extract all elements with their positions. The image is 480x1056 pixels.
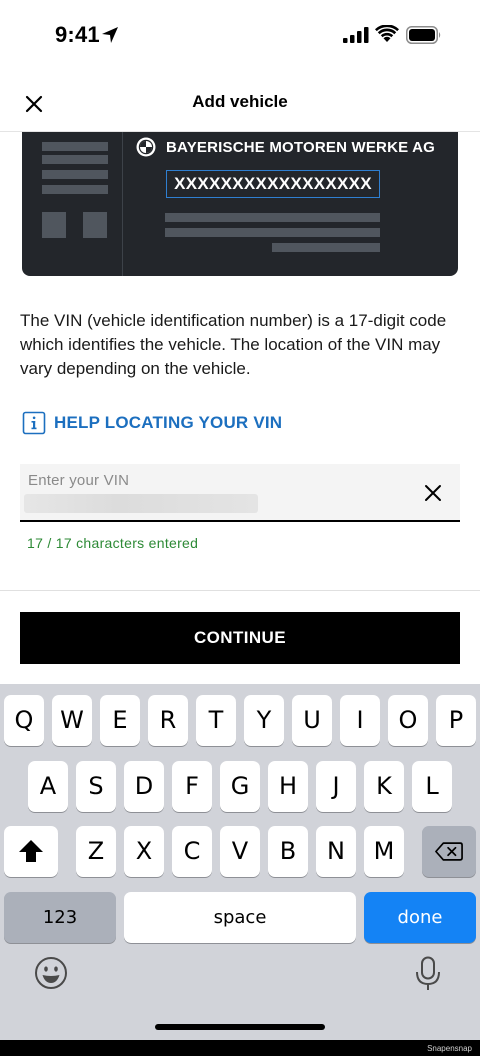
shift-key[interactable] — [4, 826, 58, 877]
microphone-icon[interactable] — [414, 956, 442, 992]
card-placeholder-line — [42, 155, 108, 164]
bmw-logo-icon — [136, 137, 156, 157]
key-v[interactable]: V — [220, 826, 260, 877]
key-g[interactable]: G — [220, 761, 260, 812]
key-e[interactable]: E — [100, 695, 140, 746]
key-s[interactable]: S — [76, 761, 116, 812]
key-n[interactable]: N — [316, 826, 356, 877]
card-placeholder-line — [42, 170, 108, 179]
vin-input-value[interactable] — [24, 494, 258, 513]
vin-input-field[interactable]: Enter your VIN — [20, 464, 460, 522]
key-t[interactable]: T — [196, 695, 236, 746]
home-indicator — [155, 1024, 325, 1030]
cellular-signal-icon — [343, 27, 369, 43]
key-y[interactable]: Y — [244, 695, 284, 746]
shift-icon — [19, 840, 43, 862]
key-d[interactable]: D — [124, 761, 164, 812]
vin-description: The VIN (vehicle identification number) … — [20, 311, 447, 378]
key-u[interactable]: U — [292, 695, 332, 746]
card-divider — [122, 132, 123, 276]
key-x[interactable]: X — [124, 826, 164, 877]
divider — [0, 590, 480, 591]
key-o[interactable]: O — [388, 695, 428, 746]
key-c[interactable]: C — [172, 826, 212, 877]
key-m[interactable]: M — [364, 826, 404, 877]
card-vin-example: XXXXXXXXXXXXXXXXX — [166, 170, 380, 198]
card-placeholder-line — [165, 213, 380, 222]
footer-strip — [0, 1040, 480, 1056]
card-placeholder-line — [272, 243, 380, 252]
emoji-icon[interactable] — [34, 956, 68, 990]
status-time: 9:41 — [55, 22, 100, 47]
location-arrow-icon — [102, 27, 118, 43]
key-r[interactable]: R — [148, 695, 188, 746]
space-key[interactable]: space — [124, 892, 356, 943]
battery-icon — [406, 26, 441, 44]
key-k[interactable]: K — [364, 761, 404, 812]
card-placeholder-line — [42, 185, 108, 194]
card-manufacturer: BAYERISCHE MOTOREN WERKE AG — [166, 138, 436, 156]
key-w[interactable]: W — [52, 695, 92, 746]
card-placeholder-block — [42, 212, 66, 238]
key-j[interactable]: J — [316, 761, 356, 812]
character-counter: 17 / 17 characters entered — [27, 535, 199, 551]
card-placeholder-block — [83, 212, 107, 238]
done-key[interactable]: done — [364, 892, 476, 943]
page-title: Add vehicle — [192, 92, 288, 111]
vin-illustration-card: BAYERISCHE MOTOREN WERKE AG XXXXXXXXXXXX… — [22, 132, 458, 276]
key-i[interactable]: I — [340, 695, 380, 746]
clear-input-icon[interactable] — [422, 482, 444, 504]
card-brand-row: BAYERISCHE MOTOREN WERKE AG — [136, 135, 435, 159]
status-bar: 9:41 — [0, 0, 480, 72]
numbers-key[interactable]: 123 — [4, 892, 116, 943]
continue-button[interactable]: CONTINUE — [20, 612, 460, 664]
key-p[interactable]: P — [436, 695, 476, 746]
vin-input-label: Enter your VIN — [28, 472, 130, 489]
help-locating-vin-link[interactable]: HELP LOCATING YOUR VIN — [22, 411, 282, 435]
watermark: Snapensnap — [427, 1044, 472, 1053]
backspace-key[interactable] — [422, 826, 476, 877]
key-b[interactable]: B — [268, 826, 308, 877]
info-icon — [22, 411, 46, 435]
help-link-label: HELP LOCATING YOUR VIN — [54, 413, 283, 432]
key-h[interactable]: H — [268, 761, 308, 812]
key-l[interactable]: L — [412, 761, 452, 812]
key-z[interactable]: Z — [76, 826, 116, 877]
navigation-bar: Add vehicle — [0, 72, 480, 132]
key-a[interactable]: A — [28, 761, 68, 812]
key-q[interactable]: Q — [4, 695, 44, 746]
card-placeholder-line — [165, 228, 380, 237]
key-f[interactable]: F — [172, 761, 212, 812]
wifi-icon — [375, 25, 399, 42]
backspace-icon — [435, 842, 463, 861]
on-screen-keyboard: Q W E R T Y U I O P A S D F G H J K L Z … — [0, 684, 480, 1040]
card-placeholder-line — [42, 142, 108, 151]
